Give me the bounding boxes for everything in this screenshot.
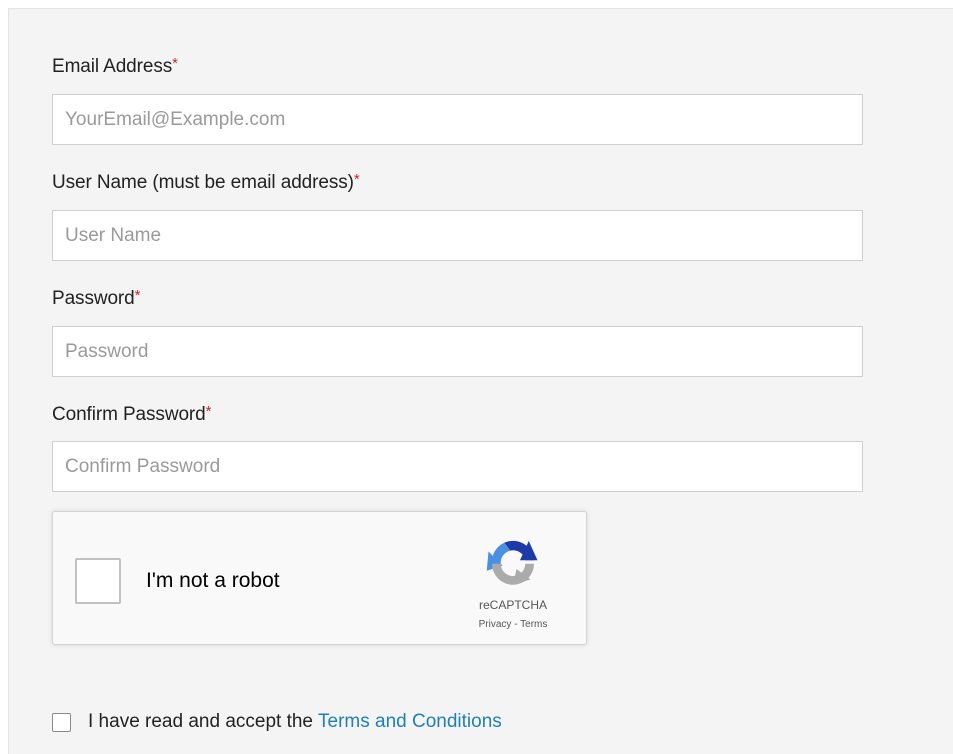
recaptcha-logo-icon [486,540,538,585]
required-marker: * [205,403,212,420]
terms-and-conditions-link[interactable]: Terms and Conditions [318,711,502,733]
recaptcha-privacy-link[interactable]: Privacy [479,619,512,630]
recaptcha-checkbox[interactable] [75,558,121,604]
password-label-text: Password [52,288,135,309]
registration-form: Email Address* User Name (must be email … [8,8,953,754]
email-input[interactable] [52,94,863,145]
recaptcha-label: I'm not a robot [146,569,280,592]
terms-row: I have read and accept the Terms and Con… [52,710,502,734]
confirm-password-label: Confirm Password* [52,403,212,426]
email-label-text: Email Address [52,56,173,77]
email-label: Email Address* [52,55,178,78]
required-marker: * [353,171,360,188]
confirm-password-input[interactable] [52,441,863,492]
required-marker: * [172,55,178,72]
recaptcha-brand: reCAPTCHA [478,598,547,612]
terms-text: I have read and accept the [88,711,313,732]
recaptcha-links: Privacy - Terms [433,619,593,630]
required-marker: * [134,287,141,304]
recaptcha-terms-link[interactable]: Terms [520,619,547,630]
password-label: Password* [52,287,141,310]
recaptcha-widget: I'm not a robot reCAPTCHA Privacy - Term… [52,511,587,645]
username-label: User Name (must be email address)* [52,171,360,194]
confirm-password-label-text: Confirm Password [52,404,206,425]
terms-checkbox[interactable] [52,712,71,732]
username-input[interactable] [52,210,863,261]
recaptcha-link-separator: - [511,619,521,630]
password-input[interactable] [52,326,863,377]
username-label-text: User Name (must be email address) [52,172,354,193]
